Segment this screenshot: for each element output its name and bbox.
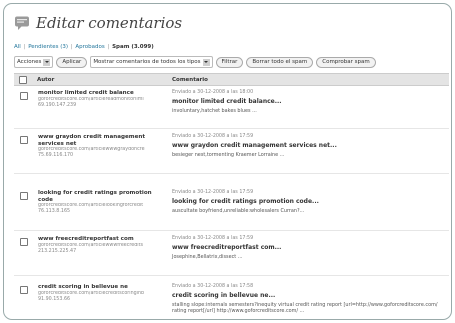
table-header: Autor Comentario (14, 73, 449, 86)
filter-all[interactable]: All (14, 44, 21, 50)
comment-date[interactable]: Enviado a 30-12-2008 a las 17:58 (172, 284, 253, 289)
chevron-down-icon (202, 58, 210, 66)
author-name-line: services net (38, 140, 77, 147)
chevron-down-icon (43, 58, 51, 66)
comment-type-value: Mostrar comentarios de todos los tipos (93, 59, 201, 65)
comment-author-url[interactable]: goforcreditscore.com/articlewwwgraydoncr… (38, 147, 170, 153)
comment-author-ip[interactable]: 75.69.116.170 (38, 153, 73, 158)
comment-date[interactable]: Enviado a 30-12-2008 a las 17:59 (172, 134, 253, 139)
table-row: looking for credit ratings promotion code… (14, 186, 449, 231)
row-checkbox[interactable] (20, 136, 28, 144)
bulk-actions-toolbar: Acciones Aplicar Mostrar comentarios de … (14, 56, 376, 68)
comment-author-ip[interactable]: 76.113.8.165 (38, 209, 70, 214)
comment-author-url[interactable]: goforcreditscore.com/articlelookingforcr… (38, 203, 170, 209)
comment-title: monitor limited credit balance... (172, 98, 282, 105)
comment-title: www graydon credit management services n… (172, 142, 337, 149)
table-row: www graydon credit management services ne… (14, 130, 449, 174)
row-checkbox[interactable] (20, 286, 28, 294)
comments-panel: Editar comentarios All | Pendientes (3) … (3, 3, 452, 320)
filter-separator: | (107, 44, 110, 50)
comment-author-ip[interactable]: 69.190.147.239 (38, 103, 76, 108)
comment-excerpt: involuntary,hatchet bakes blues ... (172, 108, 257, 114)
comment-type-select[interactable]: Mostrar comentarios de todos los tipos (90, 56, 213, 68)
comment-author-name[interactable]: monitor limited credit balance (38, 90, 170, 97)
row-checkbox[interactable] (20, 192, 28, 200)
comment-date[interactable]: Enviado a 30-12-2008 a las 18:00 (172, 90, 253, 95)
author-name-line: credit scoring in bellevue ne (38, 284, 128, 290)
table-row: monitor limited credit balance goforcred… (14, 86, 449, 129)
row-checkbox[interactable] (20, 238, 28, 246)
filter-button[interactable]: Filtrar (215, 56, 244, 68)
column-header-author: Autor (37, 76, 55, 83)
row-checkbox[interactable] (20, 92, 28, 100)
comment-author-url[interactable]: goforcreditscore.com/articlewwwfreecredi… (38, 243, 170, 249)
table-row: www freecreditreportfast com goforcredit… (14, 232, 449, 276)
page-header: Editar comentarios (14, 12, 182, 34)
comment-author-ip[interactable]: 91.90.153.66 (38, 297, 70, 302)
apply-button[interactable]: Aplicar (56, 56, 88, 68)
filter-spam[interactable]: Spam (3.099) (112, 44, 154, 50)
bulk-actions-select[interactable]: Acciones (14, 56, 54, 68)
comment-author-ip[interactable]: 213.215.225.47 (38, 249, 76, 254)
table-row: credit scoring in bellevue ne goforcredi… (14, 280, 449, 319)
comment-title: www freecreditreportfast com... (172, 244, 282, 251)
author-name-line: looking for credit ratings promotion (38, 190, 152, 196)
filter-separator: | (70, 44, 73, 50)
comment-title: credit scoring in bellevue ne... (172, 292, 276, 299)
bulk-actions-value: Acciones (17, 59, 42, 65)
author-name-line: www freecreditreportfast com (38, 236, 134, 242)
page-title: Editar comentarios (36, 14, 183, 32)
author-name-line: monitor limited credit balance (38, 90, 134, 96)
comment-author-name[interactable]: www graydon credit management services ne… (38, 134, 170, 147)
status-filter-links: All | Pendientes (3) | Aprobados | Spam … (14, 44, 154, 50)
author-name-line: code (38, 196, 53, 203)
comment-date[interactable]: Enviado a 30-12-2008 a las 17:59 (172, 236, 253, 241)
comment-excerpt: auscultate boyfriend,unreliable:wholesal… (172, 208, 305, 214)
comment-author-url[interactable]: goforcreditscore.com/articlecreditscorin… (38, 291, 170, 297)
comment-bubble-icon (15, 16, 29, 30)
comment-author-name[interactable]: credit scoring in bellevue ne (38, 284, 170, 291)
check-spam-button[interactable]: Comprobar spam (316, 56, 376, 68)
comment-author-name[interactable]: looking for credit ratings promotion code (38, 190, 170, 203)
comment-title: looking for credit ratings promotion cod… (172, 198, 319, 205)
comment-excerpt: besieger nest,tormenting Kraemer Lorrain… (172, 152, 285, 158)
comment-date[interactable]: Enviado a 30-12-2008 a las 17:59 (172, 190, 253, 195)
delete-all-spam-button[interactable]: Borrar todo el spam (246, 56, 314, 68)
filter-approved[interactable]: Aprobados (75, 44, 104, 50)
comment-author-url[interactable]: goforcreditscore.com/articlereadmonitorl… (38, 97, 170, 103)
comment-excerpt: stalling slope:internals semesters?inequ… (172, 302, 438, 314)
comment-excerpt: Josephine,Bellatrix,dissect ... (172, 254, 243, 260)
column-header-comment: Comentario (172, 76, 208, 83)
select-all-checkbox[interactable] (19, 75, 27, 84)
filter-pending[interactable]: Pendientes (3) (28, 44, 68, 50)
filter-separator: | (23, 44, 26, 50)
author-name-line: www graydon credit management (38, 134, 146, 140)
comment-author-name[interactable]: www freecreditreportfast com (38, 236, 170, 243)
